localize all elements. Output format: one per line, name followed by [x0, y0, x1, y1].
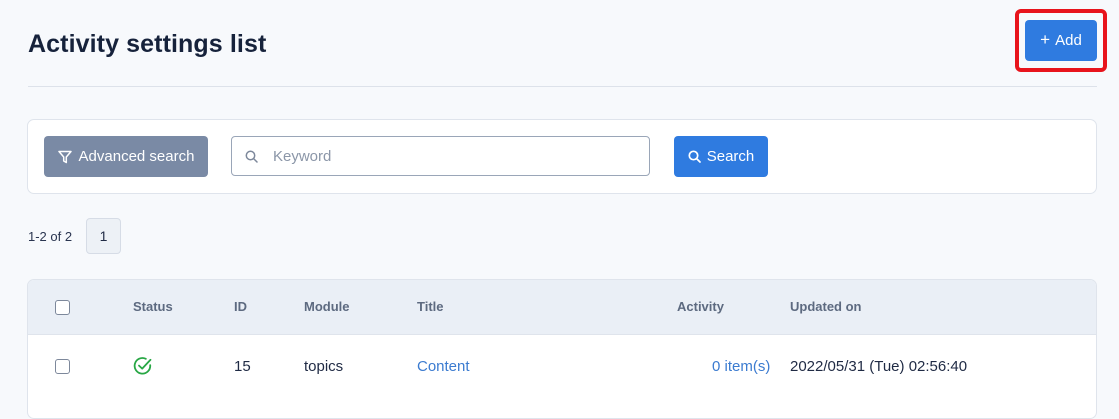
filter-icon	[57, 150, 72, 163]
check-circle-icon	[133, 357, 152, 375]
header-divider	[28, 86, 1097, 87]
table-header: Status ID Module Title Activity Updated …	[28, 280, 1096, 335]
page-title: Activity settings list	[28, 30, 267, 58]
column-status[interactable]: Status	[133, 299, 173, 314]
keyword-input[interactable]	[271, 146, 615, 166]
search-icon	[245, 150, 258, 163]
advanced-search-label: Advanced search	[78, 148, 195, 165]
row-title-link[interactable]: Content	[417, 358, 470, 375]
column-updated-on[interactable]: Updated on	[790, 299, 862, 314]
column-activity[interactable]: Activity	[677, 299, 724, 314]
page-button-1[interactable]: 1	[86, 218, 121, 254]
search-icon	[688, 150, 701, 163]
row-activity-link[interactable]: 0 item(s)	[712, 358, 770, 375]
column-id[interactable]: ID	[234, 299, 247, 314]
search-button-label: Search	[706, 148, 755, 165]
keyword-field[interactable]	[231, 136, 650, 176]
add-button[interactable]: + Add	[1025, 20, 1097, 61]
plus-icon: +	[1040, 30, 1051, 49]
column-module[interactable]: Module	[304, 299, 350, 314]
row-id: 15	[234, 358, 251, 375]
result-count: 1-2 of 2	[28, 229, 73, 244]
add-button-label: Add	[1055, 32, 1082, 49]
search-button[interactable]: Search	[674, 136, 768, 177]
row-module: topics	[304, 358, 344, 375]
row-checkbox[interactable]	[55, 359, 70, 374]
select-all-checkbox[interactable]	[55, 300, 70, 315]
column-title[interactable]: Title	[417, 299, 444, 314]
activity-table: Status ID Module Title Activity Updated …	[27, 279, 1097, 419]
advanced-search-button[interactable]: Advanced search	[44, 136, 208, 177]
row-updated-on: 2022/05/31 (Tue) 02:56:40	[790, 358, 968, 375]
